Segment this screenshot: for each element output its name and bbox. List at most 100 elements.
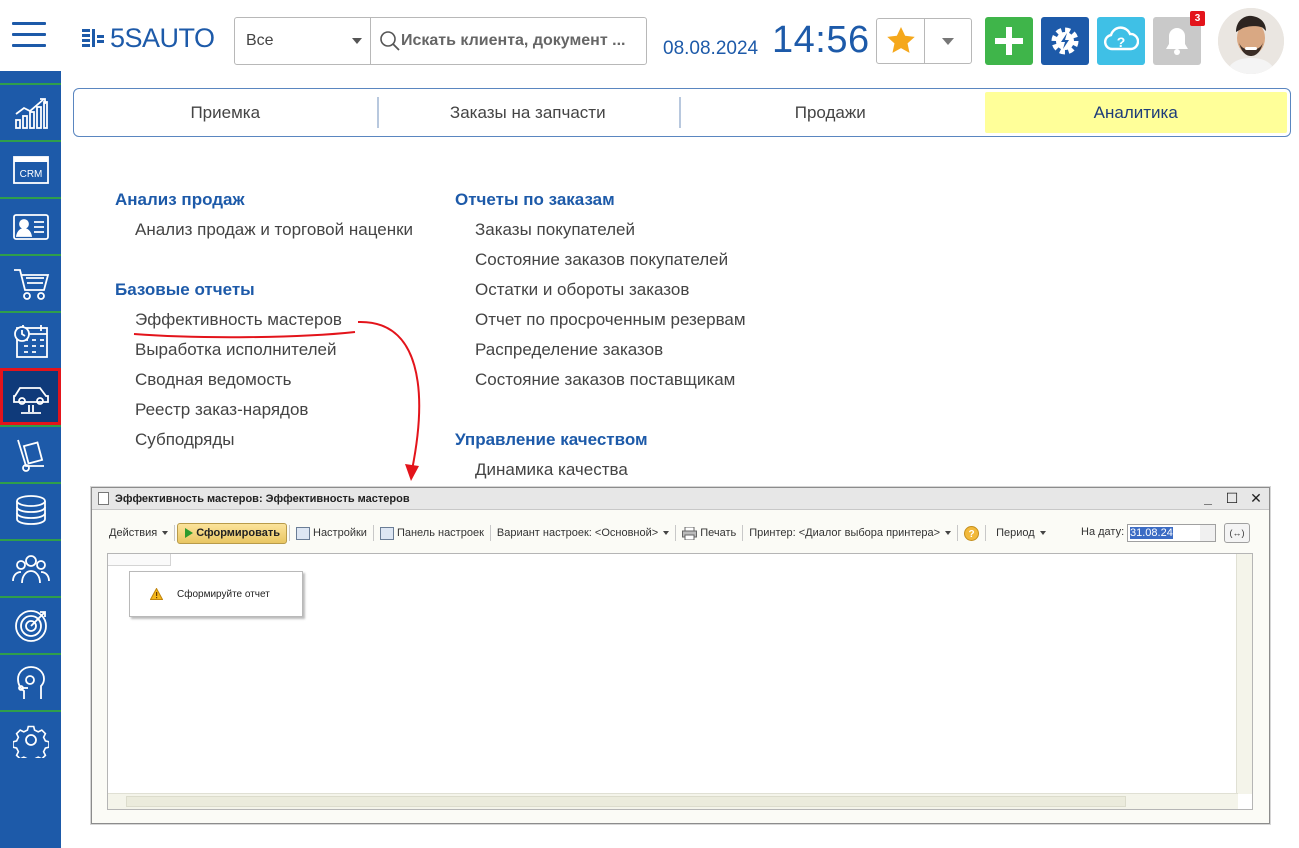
- sidebar-item-crm[interactable]: CRM: [0, 140, 61, 197]
- report-link-quality-dynamics[interactable]: Динамика качества: [455, 459, 746, 489]
- reports-column-right: Отчеты по заказам Заказы покупателей Сос…: [455, 189, 746, 489]
- chevron-down-icon: [942, 37, 954, 45]
- sidebar-item-goals[interactable]: [0, 596, 61, 653]
- notice-text: Сформируйте отчет: [177, 588, 270, 600]
- favorites-dropdown[interactable]: [925, 19, 971, 63]
- settings-panel-button[interactable]: Панель настроек: [376, 522, 488, 544]
- target-icon: [14, 609, 47, 642]
- people-icon: [11, 554, 50, 583]
- id-card-icon: [12, 213, 49, 240]
- search-bar: Все: [234, 17, 647, 65]
- logo-text: 5SAUTO: [110, 22, 215, 53]
- report-link-sales-margin[interactable]: Анализ продаж и торговой наценки: [115, 219, 413, 249]
- help-icon: ?: [964, 525, 980, 541]
- warning-icon: [150, 588, 163, 600]
- sidebar-item-parts[interactable]: [0, 425, 61, 482]
- sidebar-item-service[interactable]: [0, 368, 61, 425]
- variant-menu[interactable]: Вариант настроек: <Основной>: [493, 522, 673, 544]
- current-time: 14:56: [772, 19, 870, 61]
- sidebar-item-staff[interactable]: [0, 539, 61, 596]
- user-avatar[interactable]: [1218, 8, 1284, 74]
- chevron-down-icon: [945, 531, 952, 535]
- add-button[interactable]: [985, 17, 1033, 65]
- help-cloud-icon: ?: [1103, 26, 1139, 51]
- sidebar-item-finance[interactable]: [0, 482, 61, 539]
- search-scope-select[interactable]: Все: [235, 18, 371, 64]
- minimize-button[interactable]: _: [1201, 490, 1215, 507]
- generate-report-notice: Сформируйте отчет: [129, 571, 303, 617]
- period-menu[interactable]: Период: [992, 522, 1050, 544]
- vertical-scrollbar[interactable]: [1236, 554, 1252, 794]
- sidebar-item-shop[interactable]: [0, 254, 61, 311]
- date-input[interactable]: 31.08.24: [1127, 524, 1201, 542]
- tab-parts-orders[interactable]: Заказы на запчасти: [376, 89, 680, 136]
- settings-button[interactable]: Настройки: [292, 522, 371, 544]
- date-input-value: 31.08.24: [1130, 527, 1173, 539]
- sidebar-item-contacts[interactable]: [0, 197, 61, 254]
- bar-chart-icon: [14, 97, 48, 129]
- sidebar-item-settings[interactable]: [0, 710, 61, 767]
- scrollbar-thumb[interactable]: [126, 796, 1126, 807]
- report-area: Сформируйте отчет: [107, 553, 1253, 810]
- report-link-overdue-reserves[interactable]: Отчет по просроченным резервам: [455, 309, 746, 339]
- help-button[interactable]: ?: [1097, 17, 1145, 65]
- sidebar-item-calendar[interactable]: [0, 311, 61, 368]
- print-label: Печать: [700, 527, 737, 539]
- report-link-performers-output[interactable]: Выработка исполнителей: [115, 339, 413, 369]
- notifications-button[interactable]: 3: [1153, 11, 1205, 65]
- search-icon: [380, 31, 400, 51]
- print-button[interactable]: Печать: [678, 522, 740, 544]
- tab-analytics[interactable]: Аналитика: [984, 92, 1287, 133]
- generate-button[interactable]: Сформировать: [177, 522, 287, 544]
- report-link-customer-orders[interactable]: Заказы покупателей: [455, 219, 746, 249]
- search-input[interactable]: [401, 32, 641, 50]
- notification-badge: 3: [1190, 11, 1205, 26]
- report-link-subcontracts[interactable]: Субподряды: [115, 429, 413, 459]
- sidebar-item-support[interactable]: [0, 653, 61, 710]
- report-link-customer-orders-status[interactable]: Состояние заказов покупателей: [455, 249, 746, 279]
- period-select-button[interactable]: (↔): [1224, 523, 1250, 543]
- favorites-button[interactable]: [877, 19, 925, 63]
- maximize-button[interactable]: ☐: [1225, 490, 1239, 507]
- report-link-summary-sheet[interactable]: Сводная ведомость: [115, 369, 413, 399]
- report-link-orders-balances[interactable]: Остатки и обороты заказов: [455, 279, 746, 309]
- svg-text:CRM: CRM: [19, 169, 42, 180]
- search-field[interactable]: [371, 18, 646, 64]
- report-link-supplier-orders-status[interactable]: Состояние заказов поставщикам: [455, 369, 746, 399]
- close-button[interactable]: ✕: [1249, 490, 1263, 507]
- group-title-base-reports: Базовые отчеты: [115, 280, 255, 299]
- settings-table-icon: [296, 526, 310, 540]
- crm-icon: CRM: [12, 155, 49, 184]
- report-link-masters-efficiency[interactable]: Эффективность мастеров: [115, 309, 413, 339]
- bell-icon: [1166, 28, 1188, 55]
- chevron-down-icon: [1039, 531, 1046, 535]
- group-title-order-reports: Отчеты по заказам: [455, 190, 615, 209]
- tab-sales[interactable]: Продажи: [679, 89, 982, 136]
- svg-text:?: ?: [1117, 34, 1126, 50]
- calendar-icon: [13, 324, 48, 358]
- actions-menu[interactable]: Действия: [105, 522, 172, 544]
- report-window-titlebar: Эффективность мастеров: Эффективность ма…: [92, 488, 1269, 510]
- reports-column-left: Анализ продаж Анализ продаж и торговой н…: [115, 189, 413, 459]
- report-link-work-orders-register[interactable]: Реестр заказ-нарядов: [115, 399, 413, 429]
- chevron-down-icon: [162, 531, 169, 535]
- report-link-orders-distribution[interactable]: Распределение заказов: [455, 339, 746, 369]
- actions-label: Действия: [109, 527, 158, 539]
- help-button-small[interactable]: ?: [960, 522, 983, 544]
- tab-reception[interactable]: Приемка: [74, 89, 377, 136]
- star-icon: [886, 27, 915, 53]
- report-window: Эффективность мастеров: Эффективность ма…: [91, 487, 1270, 824]
- horizontal-scrollbar[interactable]: [108, 793, 1238, 809]
- sidebar: CRM: [0, 71, 61, 848]
- coins-icon: [15, 494, 46, 525]
- calendar-picker-button[interactable]: [1200, 524, 1216, 542]
- period-label: Период: [996, 527, 1035, 539]
- current-date: 08.08.2024: [663, 38, 759, 59]
- printer-menu[interactable]: Принтер: <Диалог выбора принтера>: [745, 522, 955, 544]
- quick-settings-button[interactable]: [1041, 17, 1089, 65]
- menu-hamburger-button[interactable]: [12, 22, 46, 48]
- sidebar-item-analytics[interactable]: [0, 83, 61, 140]
- date-label: На дату:: [1081, 526, 1125, 538]
- document-icon: [98, 492, 109, 505]
- gear-icon: [12, 725, 49, 758]
